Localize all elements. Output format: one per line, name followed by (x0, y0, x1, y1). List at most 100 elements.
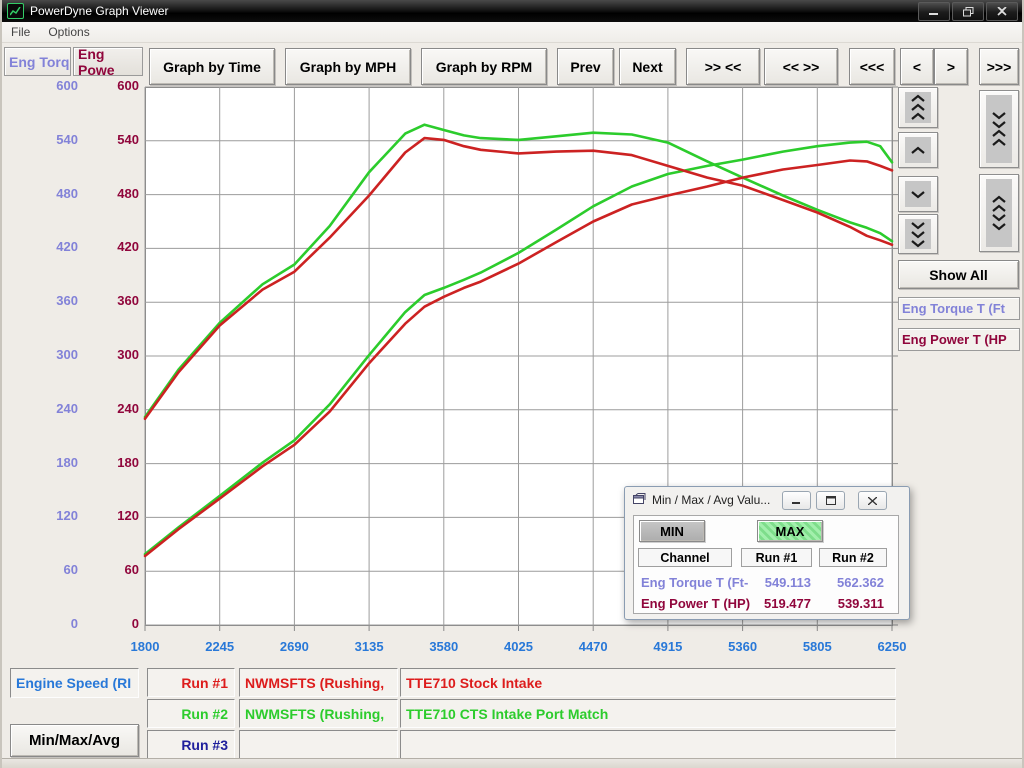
y-tick-label: 300 (82, 347, 139, 362)
scroll-down-button[interactable] (898, 176, 938, 212)
minmax-col-run2[interactable]: Run #2 (819, 548, 887, 567)
toolbar-button-[interactable]: << >> (764, 48, 838, 85)
restore-button[interactable] (952, 2, 984, 21)
col-run1-label: Run #1 (756, 551, 798, 565)
y-tick-label: 240 (2, 401, 78, 416)
torque-channel-label[interactable]: Eng Torque T (Ft (898, 297, 1020, 320)
torque-channel-text: Eng Torque T (Ft (902, 301, 1005, 316)
y-tick-label: 60 (82, 562, 139, 577)
y-tick-label: 480 (2, 186, 78, 201)
scroll-down-button-icon (905, 181, 931, 207)
power-channel-text: Eng Power T (HP (902, 332, 1007, 347)
minmax-col-channel[interactable]: Channel (638, 548, 732, 567)
y-tick-label: 600 (82, 78, 139, 93)
minmax-run2-value: 539.311 (838, 596, 884, 611)
legend-run-label[interactable]: Run #1 (147, 668, 235, 697)
minmax-window[interactable]: Min / Max / Avg Valu... MIN MAX Channel … (624, 486, 910, 620)
legend-operator-box[interactable]: NWMSFTS (Rushing, (239, 668, 398, 697)
y-tick-label: 420 (82, 239, 139, 254)
col-channel-label: Channel (660, 551, 709, 565)
minmax-run1-value: 519.477 (764, 596, 811, 611)
y-tick-label: 180 (2, 455, 78, 470)
minmax-title: Min / Max / Avg Valu... (652, 493, 770, 507)
x-tick-label: 4025 (487, 639, 551, 654)
y-tick-label: 60 (2, 562, 78, 577)
show-all-label: Show All (929, 267, 988, 283)
legend-operator-box[interactable]: NWMSFTS (Rushing, (239, 699, 398, 728)
minmax-window-icon (633, 493, 646, 507)
x-axis-channel-text: Engine Speed (RI (16, 675, 131, 691)
minmax-channel-name: Eng Torque T (Ft- (641, 575, 748, 590)
legend-run-label[interactable]: Run #3 (147, 730, 235, 759)
minmax-col-run1[interactable]: Run #1 (741, 548, 812, 567)
toolbar-button-next[interactable]: Next (619, 48, 676, 85)
y-tick-label: 120 (2, 508, 78, 523)
compress-y-button-icon (986, 95, 1012, 163)
y-tick-label: 600 (2, 78, 78, 93)
x-tick-label: 4470 (561, 639, 625, 654)
y-tick-label: 360 (2, 293, 78, 308)
close-button[interactable] (986, 2, 1018, 21)
x-tick-label: 3135 (337, 639, 401, 654)
min-button[interactable]: MIN (639, 520, 705, 542)
scroll-up-triple-button[interactable] (898, 87, 938, 128)
menu-bar: File Options (2, 22, 1022, 43)
legend-description-box[interactable] (400, 730, 896, 759)
title-bar[interactable]: PowerDyne Graph Viewer (2, 0, 1022, 22)
toolbar-button-[interactable]: <<< (849, 48, 895, 85)
toolbar-button-graph-by-rpm[interactable]: Graph by RPM (421, 48, 547, 85)
legend-description-box[interactable]: TTE710 CTS Intake Port Match (400, 699, 896, 728)
minmax-title-bar[interactable]: Min / Max / Avg Valu... (625, 487, 909, 513)
compress-y-button[interactable] (979, 90, 1019, 168)
scroll-down-triple-button[interactable] (898, 214, 938, 254)
x-tick-label: 2245 (188, 639, 252, 654)
scroll-up-triple-button-icon (905, 92, 931, 123)
y-tick-label: 300 (2, 347, 78, 362)
y-tick-label: 0 (2, 616, 78, 631)
minmaxavg-button[interactable]: Min/Max/Avg (10, 724, 139, 757)
minmax-restore-button[interactable] (816, 491, 845, 510)
toolbar-button-prev[interactable]: Prev (557, 48, 614, 85)
col-run2-label: Run #2 (832, 551, 874, 565)
toolbar-button-[interactable]: >> << (686, 48, 760, 85)
minmax-minimize-button[interactable] (782, 491, 811, 510)
x-axis-channel-box[interactable]: Engine Speed (RI (10, 668, 139, 698)
toolbar-button-[interactable]: < (900, 48, 934, 85)
x-tick-label: 2690 (262, 639, 326, 654)
y-tick-label: 180 (82, 455, 139, 470)
power-channel-label[interactable]: Eng Power T (HP (898, 328, 1020, 351)
toolbar-button-graph-by-time[interactable]: Graph by Time (149, 48, 275, 85)
minmax-run2-value: 562.362 (837, 575, 884, 590)
y-tick-label: 240 (82, 401, 139, 416)
y-tick-label: 0 (82, 616, 139, 631)
minmax-channel-name: Eng Power T (HP) (641, 596, 750, 611)
y-tick-label: 360 (82, 293, 139, 308)
y-tick-label: 540 (82, 132, 139, 147)
toolbar-button-graph-by-mph[interactable]: Graph by MPH (285, 48, 411, 85)
toolbar-button-[interactable]: >>> (979, 48, 1019, 85)
minimize-button[interactable] (918, 2, 950, 21)
x-tick-label: 6250 (860, 639, 924, 654)
x-tick-label: 5360 (711, 639, 775, 654)
x-tick-label: 4915 (636, 639, 700, 654)
x-tick-label: 1800 (113, 639, 177, 654)
y-axis-power-labels: 600540480420360300240180120600 (82, 0, 139, 700)
show-all-button[interactable]: Show All (898, 260, 1019, 289)
y-tick-label: 120 (82, 508, 139, 523)
minmaxavg-button-label: Min/Max/Avg (29, 732, 120, 749)
toolbar-button-[interactable]: > (934, 48, 968, 85)
window-bottom-edge (2, 758, 1022, 768)
legend-run-label[interactable]: Run #2 (147, 699, 235, 728)
y-tick-label: 420 (2, 239, 78, 254)
legend-operator-box[interactable] (239, 730, 398, 759)
scroll-up-button[interactable] (898, 132, 938, 168)
min-button-label: MIN (660, 524, 684, 539)
scroll-up-button-icon (905, 137, 931, 163)
y-axis-torque-labels: 600540480420360300240180120600 (2, 0, 78, 700)
expand-y-button[interactable] (979, 174, 1019, 252)
minmax-run1-value: 549.113 (765, 575, 811, 590)
x-tick-label: 3580 (412, 639, 476, 654)
legend-description-box[interactable]: TTE710 Stock Intake (400, 668, 896, 697)
max-button[interactable]: MAX (757, 520, 823, 542)
minmax-close-button[interactable] (858, 491, 887, 510)
